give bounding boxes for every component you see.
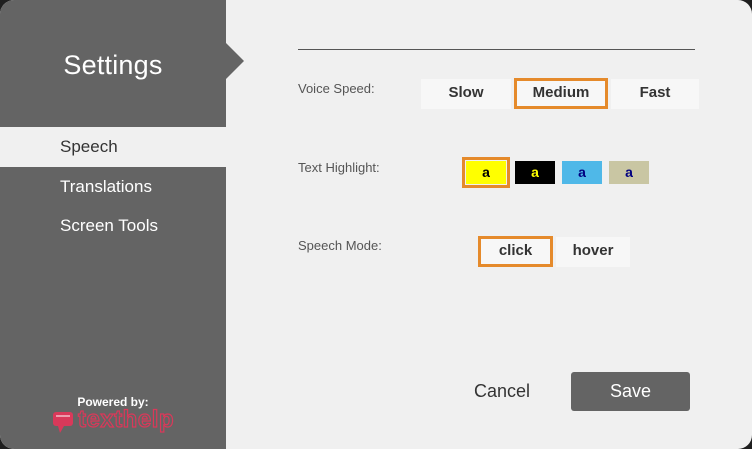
texthelp-logo-icon xyxy=(53,412,73,433)
voice-speed-slow-button[interactable]: Slow xyxy=(421,79,511,109)
voice-speed-label: Voice Speed: xyxy=(298,81,375,96)
highlight-tan-swatch[interactable]: a xyxy=(609,161,649,184)
voice-speed-fast-button[interactable]: Fast xyxy=(611,79,699,109)
voice-speed-medium-button[interactable]: Medium xyxy=(514,78,608,109)
sidebar: Settings Speech Translations Screen Tool… xyxy=(0,0,226,449)
sidebar-item-speech[interactable]: Speech xyxy=(0,127,226,167)
sidebar-title: Settings xyxy=(63,50,163,80)
speech-mode-click-button[interactable]: click xyxy=(478,236,553,267)
cancel-button[interactable]: Cancel xyxy=(462,372,542,411)
divider xyxy=(298,49,695,50)
highlight-yellow-swatch[interactable]: a xyxy=(462,157,510,188)
brand-name: texthelp xyxy=(77,405,175,433)
text-highlight-label: Text Highlight: xyxy=(298,160,380,175)
highlight-black-swatch[interactable]: a xyxy=(515,161,555,184)
sidebar-item-translations[interactable]: Translations xyxy=(0,167,226,207)
settings-dialog: Settings Speech Translations Screen Tool… xyxy=(0,0,752,449)
settings-panel: Voice Speed: Slow Medium Fast Text Highl… xyxy=(226,0,752,449)
highlight-blue-swatch[interactable]: a xyxy=(562,161,602,184)
speech-mode-hover-button[interactable]: hover xyxy=(556,237,630,267)
save-button[interactable]: Save xyxy=(571,372,690,411)
speech-mode-label: Speech Mode: xyxy=(298,238,382,253)
sidebar-item-screen-tools[interactable]: Screen Tools xyxy=(0,206,226,246)
